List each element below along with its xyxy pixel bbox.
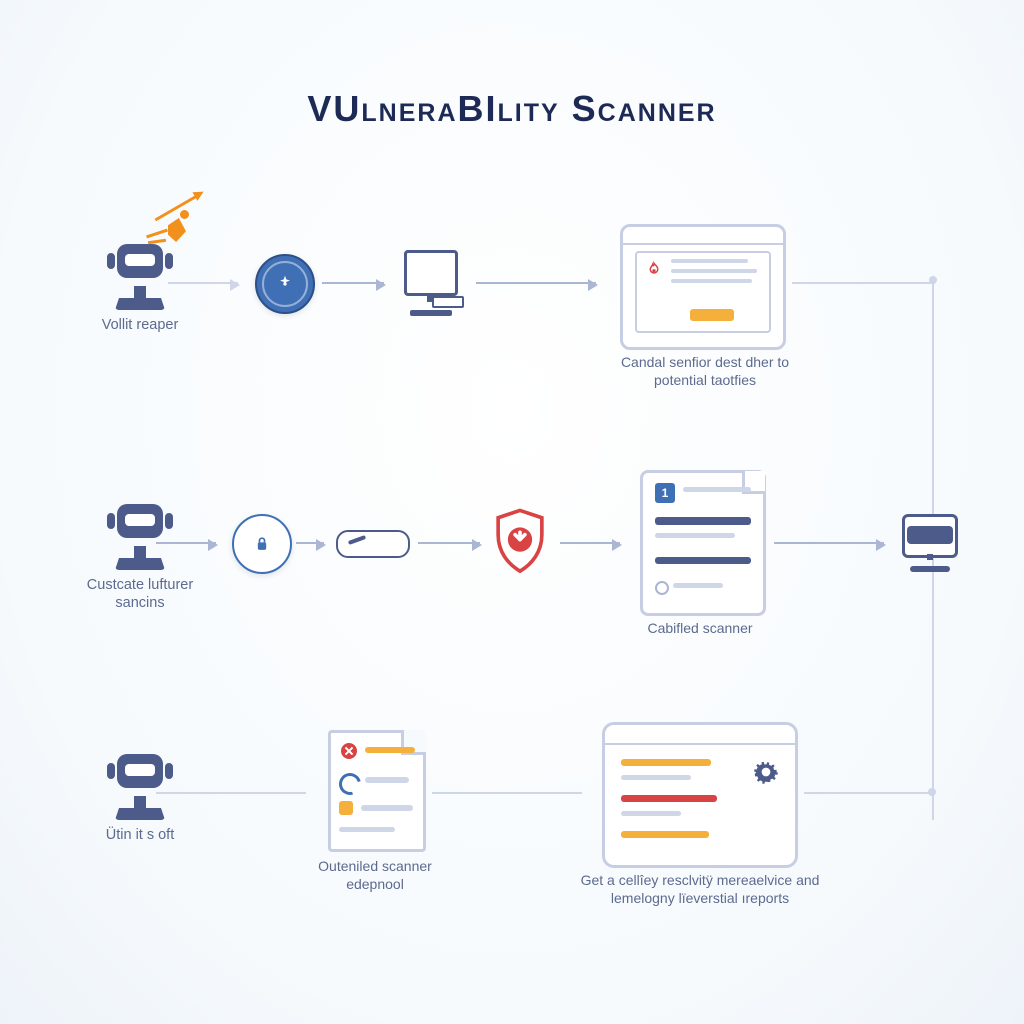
flame-icon bbox=[645, 259, 663, 281]
row2-left-label: Custcate lufturer sancins bbox=[70, 576, 210, 612]
arrow-r2-0 bbox=[156, 542, 216, 544]
document-issues-icon bbox=[328, 730, 426, 852]
row3-tablet-caption: Get a cellîey resclvitÿ mereaelvice and … bbox=[560, 872, 840, 907]
gear-icon bbox=[753, 759, 779, 785]
warning-square-icon bbox=[339, 801, 353, 815]
arrow-r2-3 bbox=[560, 542, 620, 544]
arrow-r2-4 bbox=[774, 542, 884, 544]
javelin-runner-icon bbox=[146, 204, 206, 264]
report-tablet-icon bbox=[602, 722, 798, 868]
robot-icon bbox=[109, 750, 171, 820]
arrow-r1-4 bbox=[792, 282, 932, 284]
input-pill-icon bbox=[336, 530, 410, 558]
desktop-computer-icon bbox=[396, 246, 466, 316]
row1-left-label: Vollit reaper bbox=[102, 316, 179, 334]
row2-card-caption: Cabifled scanner bbox=[620, 620, 780, 638]
report-card-icon: 1 bbox=[640, 470, 766, 616]
node-robot-3: Ütin it s oft bbox=[70, 750, 210, 844]
refresh-icon bbox=[335, 769, 365, 799]
browser-window-icon bbox=[620, 224, 786, 350]
connector-r3-2 bbox=[432, 792, 582, 794]
page-title: VUlneraBIlity Scanner bbox=[0, 88, 1024, 130]
arrow-r2-1 bbox=[296, 542, 324, 544]
title-text: VUlneraBIlity Scanner bbox=[307, 88, 716, 129]
mini-monitor-icon bbox=[900, 514, 960, 572]
arrow-r1-3 bbox=[476, 282, 596, 284]
lock-icon bbox=[232, 514, 292, 574]
connector-r3-1 bbox=[156, 792, 306, 794]
row1-right-caption: Candal senfior dest dher to potential ta… bbox=[600, 354, 810, 389]
arrow-r2-2 bbox=[418, 542, 480, 544]
scan-start-icon bbox=[255, 254, 315, 314]
card-badge: 1 bbox=[655, 483, 675, 503]
node-robot-2: Custcate lufturer sancins bbox=[70, 500, 210, 612]
diagram-stage: Vollit reaper Candal senfior dest dher t… bbox=[60, 210, 964, 964]
row3-doc-caption: Outeniled scanner edepnool bbox=[290, 858, 460, 893]
shield-alert-icon bbox=[490, 508, 550, 576]
robot-icon bbox=[109, 500, 171, 570]
row3-left-label: Ütin it s oft bbox=[106, 826, 175, 844]
cta-button-icon bbox=[690, 309, 734, 321]
arrow-r1-1 bbox=[168, 282, 238, 284]
arrow-r1-2 bbox=[322, 282, 384, 284]
error-x-icon bbox=[341, 743, 357, 759]
spine-end-dot bbox=[928, 788, 936, 796]
connector-r3-3 bbox=[804, 792, 932, 794]
